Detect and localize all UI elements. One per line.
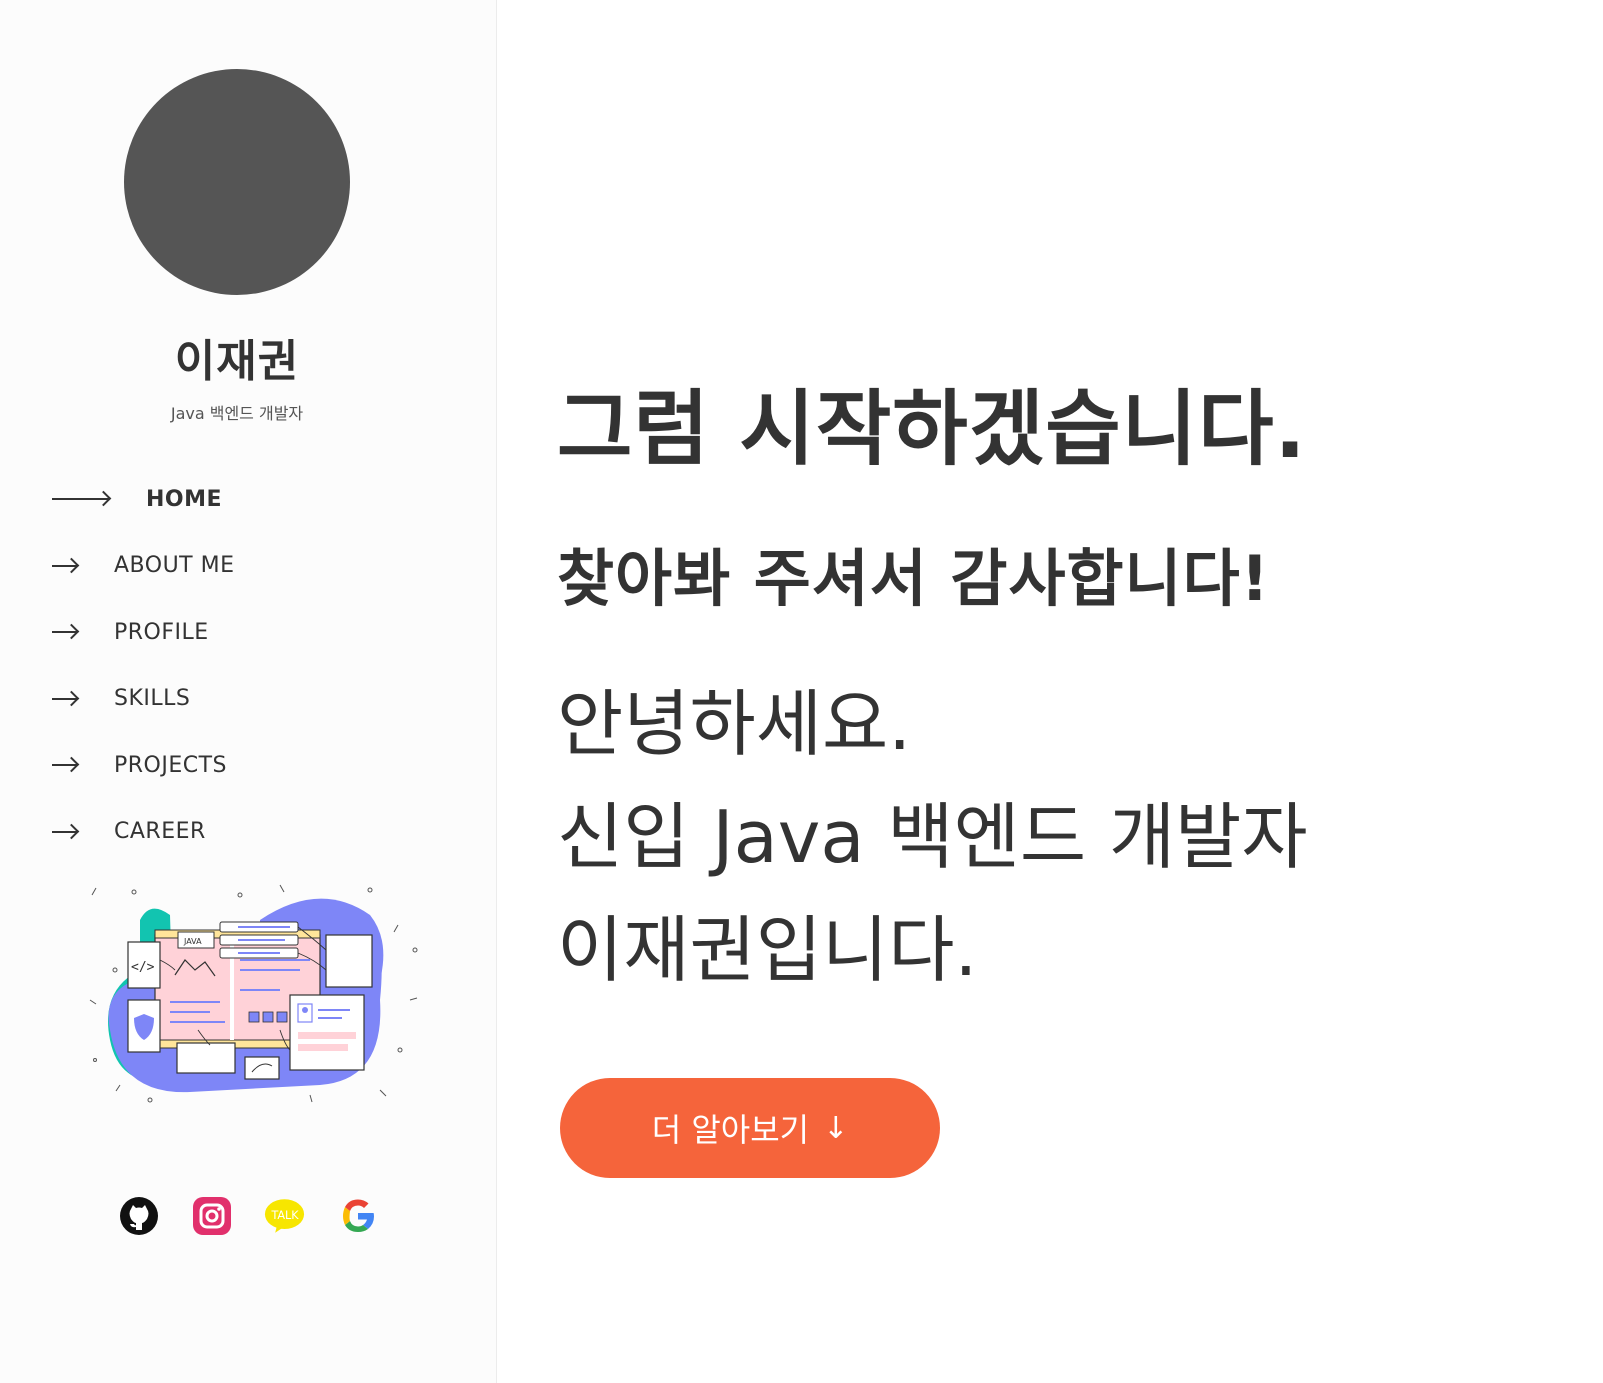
sidebar-nav: HOME ABOUT ME PROFILE SKILLS PROJECTS CA… [52,466,452,865]
nav-item-about-me[interactable]: ABOUT ME [52,533,452,600]
google-link[interactable] [337,1195,378,1236]
kakaotalk-link[interactable]: TALK [264,1195,305,1236]
arrow-down-icon: ↓ [823,1110,849,1146]
kakaotalk-icon: TALK [264,1198,305,1233]
github-icon [119,1196,158,1235]
nav-item-label: HOME [146,486,223,512]
illustration-java-label: JAVA [183,937,202,946]
hero-intro: 안녕하세요. 신입 Java 백엔드 개발자 이재권입니다. [557,668,1308,1007]
google-icon [342,1199,374,1232]
avatar [124,69,350,295]
intro-line: 안녕하세요. [557,682,912,766]
arrow-right-icon [52,697,78,700]
learn-more-label: 더 알아보기 [651,1111,810,1149]
arrow-right-icon [52,631,78,634]
intro-line: 신입 Java 백엔드 개발자 [557,795,1308,879]
arrow-right-icon [52,498,110,501]
hero-subheadline: 찾아봐 주셔서 감사합니다! [557,542,1270,615]
arrow-right-icon [52,764,78,767]
nav-item-projects[interactable]: PROJECTS [52,732,452,799]
instagram-icon [192,1196,231,1235]
instagram-link[interactable] [191,1195,232,1236]
nav-item-profile[interactable]: PROFILE [52,599,452,666]
nav-item-label: ABOUT ME [114,553,235,579]
nav-item-label: PROJECTS [114,752,228,778]
profile-name: 이재권 [174,336,300,387]
illustration-code-tag: </> [131,960,155,975]
learn-more-button[interactable]: 더 알아보기 ↓ [560,1078,940,1178]
profile-role: Java 백엔드 개발자 [170,404,304,423]
nav-item-career[interactable]: CAREER [52,799,452,866]
social-links: TALK [118,1195,378,1236]
arrow-right-icon [52,830,78,833]
hero-headline: 그럼 시작하겠습니다. [557,382,1307,477]
intro-line: 이재권입니다. [557,908,978,992]
nav-item-home[interactable]: HOME [52,466,452,533]
nav-item-label: PROFILE [114,619,209,645]
kakaotalk-label: TALK [270,1208,299,1221]
developer-illustration: JAVA </> [89,884,418,1103]
nav-item-skills[interactable]: SKILLS [52,666,452,733]
nav-item-label: SKILLS [114,686,191,712]
arrow-right-icon [52,564,78,567]
github-link[interactable] [118,1195,159,1236]
nav-item-label: CAREER [114,819,206,845]
sidebar: 이재권 Java 백엔드 개발자 HOME ABOUT ME PROFILE S… [0,0,497,1383]
